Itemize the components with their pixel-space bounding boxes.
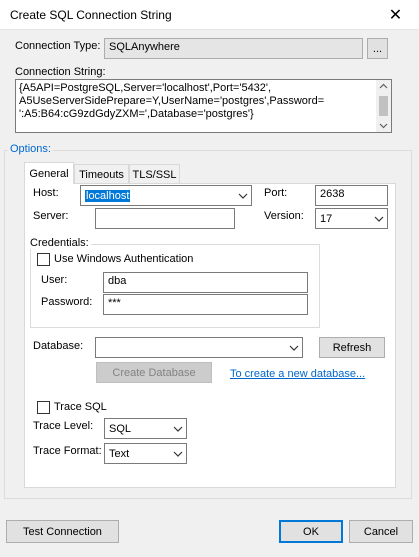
connection-string-textarea[interactable]: {A5API=PostgreSQL,Server='localhost',Por… [16,80,376,132]
connection-type-field: SQLAnywhere [104,38,363,59]
user-label: User: [41,274,68,286]
connection-type-value: SQLAnywhere [109,41,180,53]
trace-format-chevron-icon[interactable] [169,444,186,463]
trace-level-combo[interactable]: SQL [104,418,187,439]
connection-type-label: Connection Type: [15,40,101,52]
trace-format-combo[interactable]: Text [104,443,187,464]
browse-connection-type-button[interactable]: ... [367,38,388,59]
trace-format-label: Trace Format: [33,445,102,457]
trace-level-label: Trace Level: [33,420,94,432]
trace-format-value: Text [109,447,130,460]
server-input[interactable] [95,208,235,229]
database-dropdown-chevron-icon[interactable] [285,338,302,357]
port-label: Port: [264,187,288,199]
port-input[interactable]: 2638 [315,185,388,206]
tab-general[interactable]: General [24,162,74,184]
ok-button[interactable]: OK [279,520,343,543]
refresh-button[interactable]: Refresh [319,337,385,358]
trace-sql-checkbox[interactable] [37,401,50,414]
host-label: Host: [33,187,59,199]
host-dropdown-chevron-icon[interactable] [234,186,251,205]
scroll-down-icon[interactable] [379,123,388,129]
options-label: Options: [8,143,53,155]
trace-sql-label: Trace SQL [54,401,107,413]
user-input[interactable]: dba [103,272,308,293]
create-database-link[interactable]: To create a new database... [230,368,365,380]
port-value: 2638 [320,188,345,200]
server-label: Server: [33,210,69,222]
cancel-button[interactable]: Cancel [349,520,413,543]
close-icon[interactable]: ✕ [372,0,419,30]
version-label: Version: [264,210,304,222]
password-value: *** [108,297,121,309]
version-dropdown-chevron-icon[interactable] [370,209,387,228]
tab-timeouts[interactable]: Timeouts [74,164,129,184]
password-label: Password: [41,296,93,308]
use-windows-auth-label: Use Windows Authentication [54,253,194,265]
version-value: 17 [320,212,333,225]
trace-level-chevron-icon[interactable] [169,419,186,438]
use-windows-auth-checkbox[interactable] [37,253,50,266]
scroll-up-icon[interactable] [379,83,388,89]
database-label: Database: [33,340,84,352]
create-database-button[interactable]: Create Database [96,362,212,383]
password-input[interactable]: *** [103,294,308,315]
version-combo[interactable]: 17 [315,208,388,229]
test-connection-button[interactable]: Test Connection [6,520,119,543]
scroll-thumb[interactable] [379,96,388,116]
connection-string-scrollbar[interactable] [376,80,391,132]
connection-string-box: {A5API=PostgreSQL,Server='localhost',Por… [15,79,392,133]
trace-level-value: SQL [109,422,132,435]
credentials-label: Credentials: [30,237,91,249]
tab-tls-ssl[interactable]: TLS/SSL [129,164,180,184]
window-title: Create SQL Connection String [10,8,172,22]
host-value: localhost [85,189,131,202]
host-combo[interactable]: localhost [80,185,252,206]
database-combo[interactable] [95,337,303,358]
user-value: dba [108,275,127,287]
connection-string-label: Connection String: [15,66,106,78]
